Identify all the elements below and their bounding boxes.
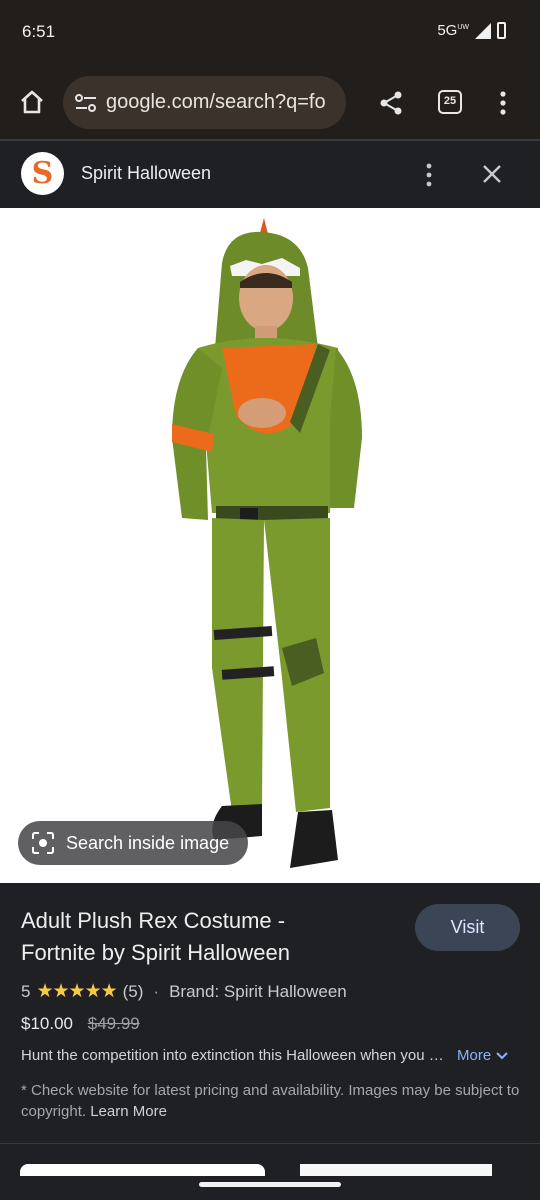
rating-count: (5) — [122, 981, 144, 1001]
site-settings-icon[interactable] — [73, 90, 99, 116]
close-icon[interactable] — [478, 160, 506, 188]
lens-icon — [32, 832, 54, 854]
description-row: Hunt the competition into extinction thi… — [21, 1047, 521, 1064]
rating-value: 5 — [21, 981, 31, 1001]
status-bar: 6:51 5GUW — [0, 0, 540, 66]
share-icon[interactable] — [376, 88, 406, 118]
more-options-icon[interactable] — [418, 161, 440, 189]
overflow-menu-icon[interactable] — [492, 88, 514, 118]
browser-toolbar: google.com/search?q=fo 25 — [0, 66, 540, 140]
related-results-peek — [0, 1144, 540, 1200]
rating-stars: ★★★★★ — [36, 981, 117, 1002]
tab-switcher-button[interactable]: 25 — [438, 90, 462, 114]
separator-dot: · — [153, 981, 160, 1001]
product-info-panel: Adult Plush Rex Costume - Fortnite by Sp… — [0, 883, 540, 1143]
costume-photo — [172, 218, 362, 868]
brand-label: Brand: Spirit Halloween — [169, 981, 347, 1001]
disclaimer: * Check website for latest pricing and a… — [21, 1082, 520, 1120]
status-time: 6:51 — [22, 22, 56, 41]
price-row: $10.00 $49.99 — [21, 1014, 140, 1034]
more-button[interactable]: More — [457, 1047, 509, 1064]
product-description: Hunt the competition into extinction thi… — [21, 1047, 451, 1064]
address-bar[interactable]: google.com/search?q=fo — [63, 76, 346, 129]
rating-row: 5 ★★★★★ (5) · Brand: Spirit Halloween — [21, 980, 347, 1003]
related-card[interactable] — [300, 1164, 492, 1176]
search-inside-image-label: Search inside image — [66, 832, 230, 853]
network-label: 5GUW — [437, 22, 469, 39]
source-header: S Spirit Halloween — [0, 141, 540, 208]
related-card[interactable] — [20, 1164, 265, 1176]
signal-icon — [475, 22, 491, 39]
url-text[interactable]: google.com/search?q=fo — [106, 91, 326, 114]
battery-icon — [497, 22, 506, 39]
search-inside-image-button[interactable]: Search inside image — [18, 821, 248, 865]
home-button[interactable] — [14, 84, 50, 120]
learn-more-link[interactable]: Learn More — [90, 1103, 167, 1120]
current-price: $10.00 — [21, 1014, 73, 1033]
home-icon — [21, 90, 43, 114]
original-price: $49.99 — [87, 1014, 140, 1033]
source-name: Spirit Halloween — [81, 163, 212, 183]
visit-button[interactable]: Visit — [415, 904, 520, 951]
gesture-bar[interactable] — [199, 1182, 341, 1187]
chevron-down-icon — [496, 1051, 508, 1059]
product-title[interactable]: Adult Plush Rex Costume - Fortnite by Sp… — [21, 905, 351, 969]
status-indicators: 5GUW — [437, 22, 506, 39]
source-logo: S — [21, 152, 64, 195]
product-image[interactable]: Search inside image — [0, 208, 540, 883]
